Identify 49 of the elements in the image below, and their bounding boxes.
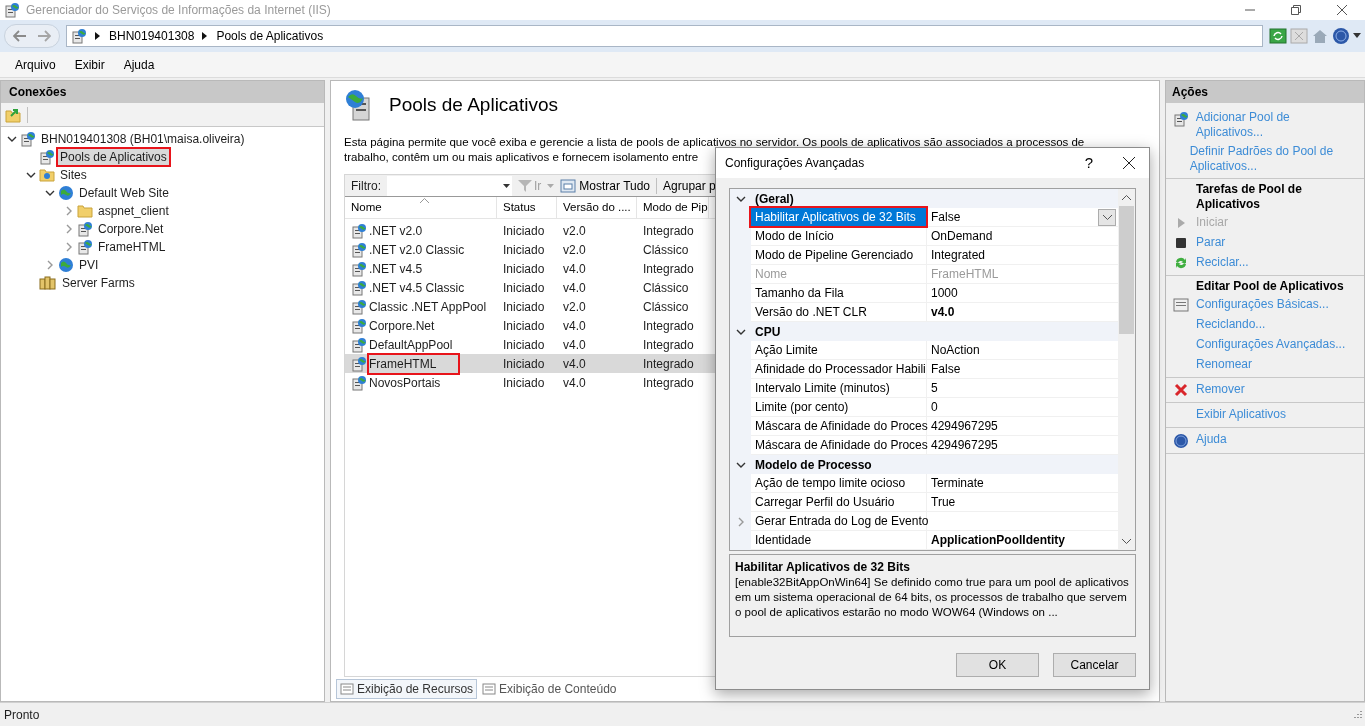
table-cell-text: .NET v4.5 Classic: [369, 279, 465, 297]
table-cell-text: Corpore.Net: [369, 317, 435, 335]
description-title: Habilitar Aplicativos de 32 Bits: [735, 559, 911, 575]
table-cell-text: Iniciado: [503, 222, 545, 240]
table-cell-text: Iniciado: [503, 260, 545, 278]
table-cell-text: Integrado: [643, 374, 694, 392]
table-cell-text: Clássico: [643, 298, 689, 316]
table-cell-text: Clássico: [643, 279, 689, 297]
table-cell-text: .NET v4.5: [369, 260, 423, 278]
table-cell-text: Classic .NET AppPool: [369, 298, 487, 316]
window-title: Gerenciador do Serviços de Informações da Internet (IIS): [26, 2, 331, 19]
page-title: Pools de Aplicativos: [389, 92, 558, 117]
table-cell-text: v4.0: [563, 355, 586, 373]
table-cell-text: v4.0: [563, 336, 586, 354]
table-cell-text: v2.0: [563, 298, 586, 316]
table-cell: FrameHTML: [369, 354, 459, 373]
table-cell-text: Iniciado: [503, 317, 545, 335]
table-cell-text: .NET v2.0 Classic: [369, 241, 465, 259]
filter-label: Filtro:: [351, 177, 381, 195]
table-cell-text: Clássico: [643, 241, 689, 259]
description-line: Esta página permite que você exiba e gerencie a lista de pools de aplicativos no servidor. Os pools de aplicativos são associados a processos de: [344, 136, 1085, 148]
table-cell-text: DefaultAppPool: [369, 336, 453, 354]
table-cell-text: Iniciado: [503, 279, 545, 297]
table-cell-text: NovosPortais: [369, 374, 441, 392]
table-cell-text: Iniciado: [503, 374, 545, 392]
table-cell-text: Integrado: [643, 260, 694, 278]
table-cell-text: v4.0: [563, 374, 586, 392]
table-cell-text: Integrado: [643, 336, 694, 354]
table-cell-text: Iniciado: [503, 241, 545, 259]
table-cell-text: Integrado: [643, 317, 694, 335]
table-cell-text: Iniciado: [503, 355, 545, 373]
table-cell-text: Integrado: [643, 222, 694, 240]
section-heading: Editar Pool de Aplicativos: [1195, 278, 1345, 295]
table-cell-text: v2.0: [563, 222, 586, 240]
table-cell-text: Iniciado: [503, 336, 545, 354]
panel-header: Ações: [1166, 81, 1364, 103]
table-cell-text: Integrado: [643, 355, 694, 373]
table-cell-text: v4.0: [563, 260, 586, 278]
section-heading: Tarefas de Pool de Aplicativos: [1195, 181, 1303, 213]
status-text: Pronto: [4, 706, 40, 724]
table-cell-text: v4.0: [563, 317, 586, 335]
table-cell-text: Iniciado: [503, 298, 545, 316]
table-cell-text: .NET v2.0: [369, 222, 423, 240]
table-cell-text: v2.0: [563, 241, 586, 259]
table-cell-text: v4.0: [563, 279, 586, 297]
description-text: [enable32BitAppOnWin64] Se definido como true para um pool de aplicativos em um sistema operacional de 64 bits, os processos de trabalho que servem o pool de aplicativos estarão no modo WOW64 (Windows on ...: [735, 575, 1130, 620]
panel-header: Conexões: [1, 81, 324, 103]
dialog-title: Configurações Avançadas: [725, 155, 865, 172]
description-line: trabalho, contêm um ou mais aplicativos e fornecem isolamento entre: [344, 151, 699, 163]
